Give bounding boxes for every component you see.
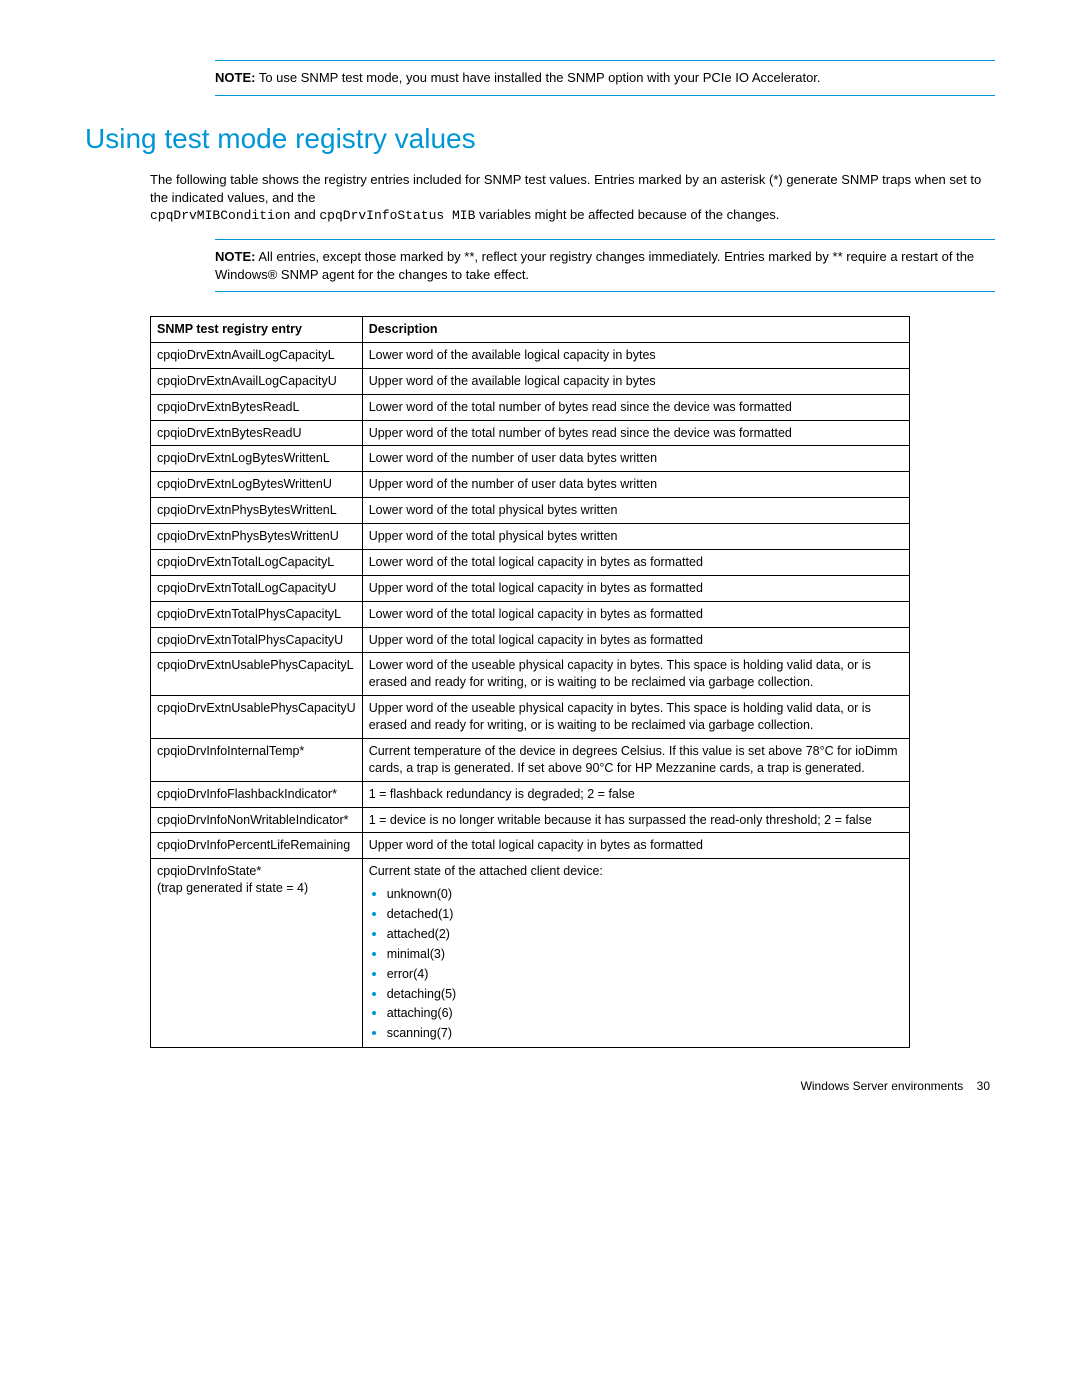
table-row: cpqioDrvExtnTotalPhysCapacityUUpper word… [151, 627, 910, 653]
table-row: cpqioDrvExtnTotalLogCapacityUUpper word … [151, 575, 910, 601]
cell-entry: cpqioDrvExtnAvailLogCapacityL [151, 342, 363, 368]
cell-desc: Upper word of the useable physical capac… [362, 696, 909, 739]
cell-entry: cpqioDrvInfoFlashbackIndicator* [151, 781, 363, 807]
cell-desc: Upper word of the total logical capacity… [362, 575, 909, 601]
cell-desc: Upper word of the total logical capacity… [362, 833, 909, 859]
cell-entry: cpqioDrvExtnAvailLogCapacityU [151, 368, 363, 394]
cell-desc: 1 = device is no longer writable because… [362, 807, 909, 833]
cell-desc: Upper word of the total physical bytes w… [362, 524, 909, 550]
note-text: To use SNMP test mode, you must have ins… [259, 70, 821, 85]
cell-entry: cpqioDrvExtnLogBytesWrittenU [151, 472, 363, 498]
cell-desc: Lower word of the total number of bytes … [362, 394, 909, 420]
cell-desc: Current temperature of the device in deg… [362, 738, 909, 781]
table-row: cpqioDrvExtnTotalLogCapacityLLower word … [151, 549, 910, 575]
state-list: unknown(0)detached(1)attached(2)minimal(… [369, 884, 903, 1042]
list-item: detached(1) [387, 904, 903, 923]
cell-desc: Lower word of the total logical capacity… [362, 601, 909, 627]
footer-page: 30 [977, 1079, 990, 1093]
code-token-1: cpqDrvMIBCondition [150, 208, 290, 223]
note-label: NOTE: [215, 249, 255, 264]
cell-desc: Upper word of the total logical capacity… [362, 627, 909, 653]
cell-desc: Lower word of the useable physical capac… [362, 653, 909, 696]
table-row: cpqioDrvExtnAvailLogCapacityUUpper word … [151, 368, 910, 394]
cell-desc: Current state of the attached client dev… [362, 859, 909, 1048]
list-item: attaching(6) [387, 1003, 903, 1022]
table-row: cpqioDrvExtnUsablePhysCapacityUUpper wor… [151, 696, 910, 739]
code-token-2: cpqDrvInfoStatus MIB [319, 208, 475, 223]
list-item: unknown(0) [387, 884, 903, 903]
intro-line2: variables might be affected because of t… [475, 207, 779, 222]
cell-entry: cpqioDrvExtnTotalLogCapacityL [151, 549, 363, 575]
list-item: attached(2) [387, 924, 903, 943]
col-header-entry: SNMP test registry entry [151, 317, 363, 343]
cell-desc: Lower word of the total physical bytes w… [362, 498, 909, 524]
registry-table: SNMP test registry entry Description cpq… [150, 316, 910, 1048]
cell-desc: Lower word of the total logical capacity… [362, 549, 909, 575]
cell-entry: cpqioDrvExtnUsablePhysCapacityU [151, 696, 363, 739]
table-row-state: cpqioDrvInfoState*(trap generated if sta… [151, 859, 910, 1048]
section-heading: Using test mode registry values [85, 120, 995, 158]
list-item: detaching(5) [387, 984, 903, 1003]
footer-text: Windows Server environments [801, 1079, 964, 1093]
table-row: cpqioDrvExtnAvailLogCapacityLLower word … [151, 342, 910, 368]
intro-and: and [290, 207, 319, 222]
cell-entry: cpqioDrvExtnTotalLogCapacityU [151, 575, 363, 601]
note-top: NOTE: To use SNMP test mode, you must ha… [215, 60, 995, 96]
cell-entry: cpqioDrvExtnTotalPhysCapacityL [151, 601, 363, 627]
cell-desc: Upper word of the number of user data by… [362, 472, 909, 498]
note-mid: NOTE: All entries, except those marked b… [215, 239, 995, 292]
intro-paragraph: The following table shows the registry e… [150, 171, 995, 225]
cell-entry: cpqioDrvExtnLogBytesWrittenL [151, 446, 363, 472]
cell-entry: cpqioDrvExtnBytesReadL [151, 394, 363, 420]
note-label: NOTE: [215, 70, 255, 85]
table-row: cpqioDrvExtnPhysBytesWrittenLLower word … [151, 498, 910, 524]
table-header-row: SNMP test registry entry Description [151, 317, 910, 343]
table-row: cpqioDrvExtnLogBytesWrittenUUpper word o… [151, 472, 910, 498]
cell-entry: cpqioDrvInfoState*(trap generated if sta… [151, 859, 363, 1048]
cell-desc: Lower word of the available logical capa… [362, 342, 909, 368]
intro-line1: The following table shows the registry e… [150, 172, 981, 205]
table-row: cpqioDrvExtnLogBytesWrittenLLower word o… [151, 446, 910, 472]
table-row: cpqioDrvExtnTotalPhysCapacityLLower word… [151, 601, 910, 627]
list-item: minimal(3) [387, 944, 903, 963]
table-row: cpqioDrvExtnBytesReadLLower word of the … [151, 394, 910, 420]
cell-entry: cpqioDrvExtnPhysBytesWrittenL [151, 498, 363, 524]
table-row: cpqioDrvExtnBytesReadUUpper word of the … [151, 420, 910, 446]
cell-entry: cpqioDrvInfoNonWritableIndicator* [151, 807, 363, 833]
cell-entry: cpqioDrvExtnTotalPhysCapacityU [151, 627, 363, 653]
note-text: All entries, except those marked by **, … [215, 249, 974, 282]
cell-desc: Upper word of the available logical capa… [362, 368, 909, 394]
list-item: scanning(7) [387, 1023, 903, 1042]
col-header-desc: Description [362, 317, 909, 343]
table-row: cpqioDrvExtnPhysBytesWrittenUUpper word … [151, 524, 910, 550]
table-row: cpqioDrvInfoPercentLifeRemainingUpper wo… [151, 833, 910, 859]
cell-entry: cpqioDrvExtnUsablePhysCapacityL [151, 653, 363, 696]
cell-entry: cpqioDrvInfoInternalTemp* [151, 738, 363, 781]
cell-entry: cpqioDrvExtnBytesReadU [151, 420, 363, 446]
cell-entry: cpqioDrvExtnPhysBytesWrittenU [151, 524, 363, 550]
cell-desc: Lower word of the number of user data by… [362, 446, 909, 472]
table-row: cpqioDrvInfoFlashbackIndicator*1 = flash… [151, 781, 910, 807]
cell-desc: Upper word of the total number of bytes … [362, 420, 909, 446]
table-row: cpqioDrvExtnUsablePhysCapacityLLower wor… [151, 653, 910, 696]
list-item: error(4) [387, 964, 903, 983]
table-row: cpqioDrvInfoInternalTemp*Current tempera… [151, 738, 910, 781]
page-footer: Windows Server environments 30 [85, 1078, 995, 1094]
cell-entry: cpqioDrvInfoPercentLifeRemaining [151, 833, 363, 859]
table-row: cpqioDrvInfoNonWritableIndicator*1 = dev… [151, 807, 910, 833]
cell-desc: 1 = flashback redundancy is degraded; 2 … [362, 781, 909, 807]
